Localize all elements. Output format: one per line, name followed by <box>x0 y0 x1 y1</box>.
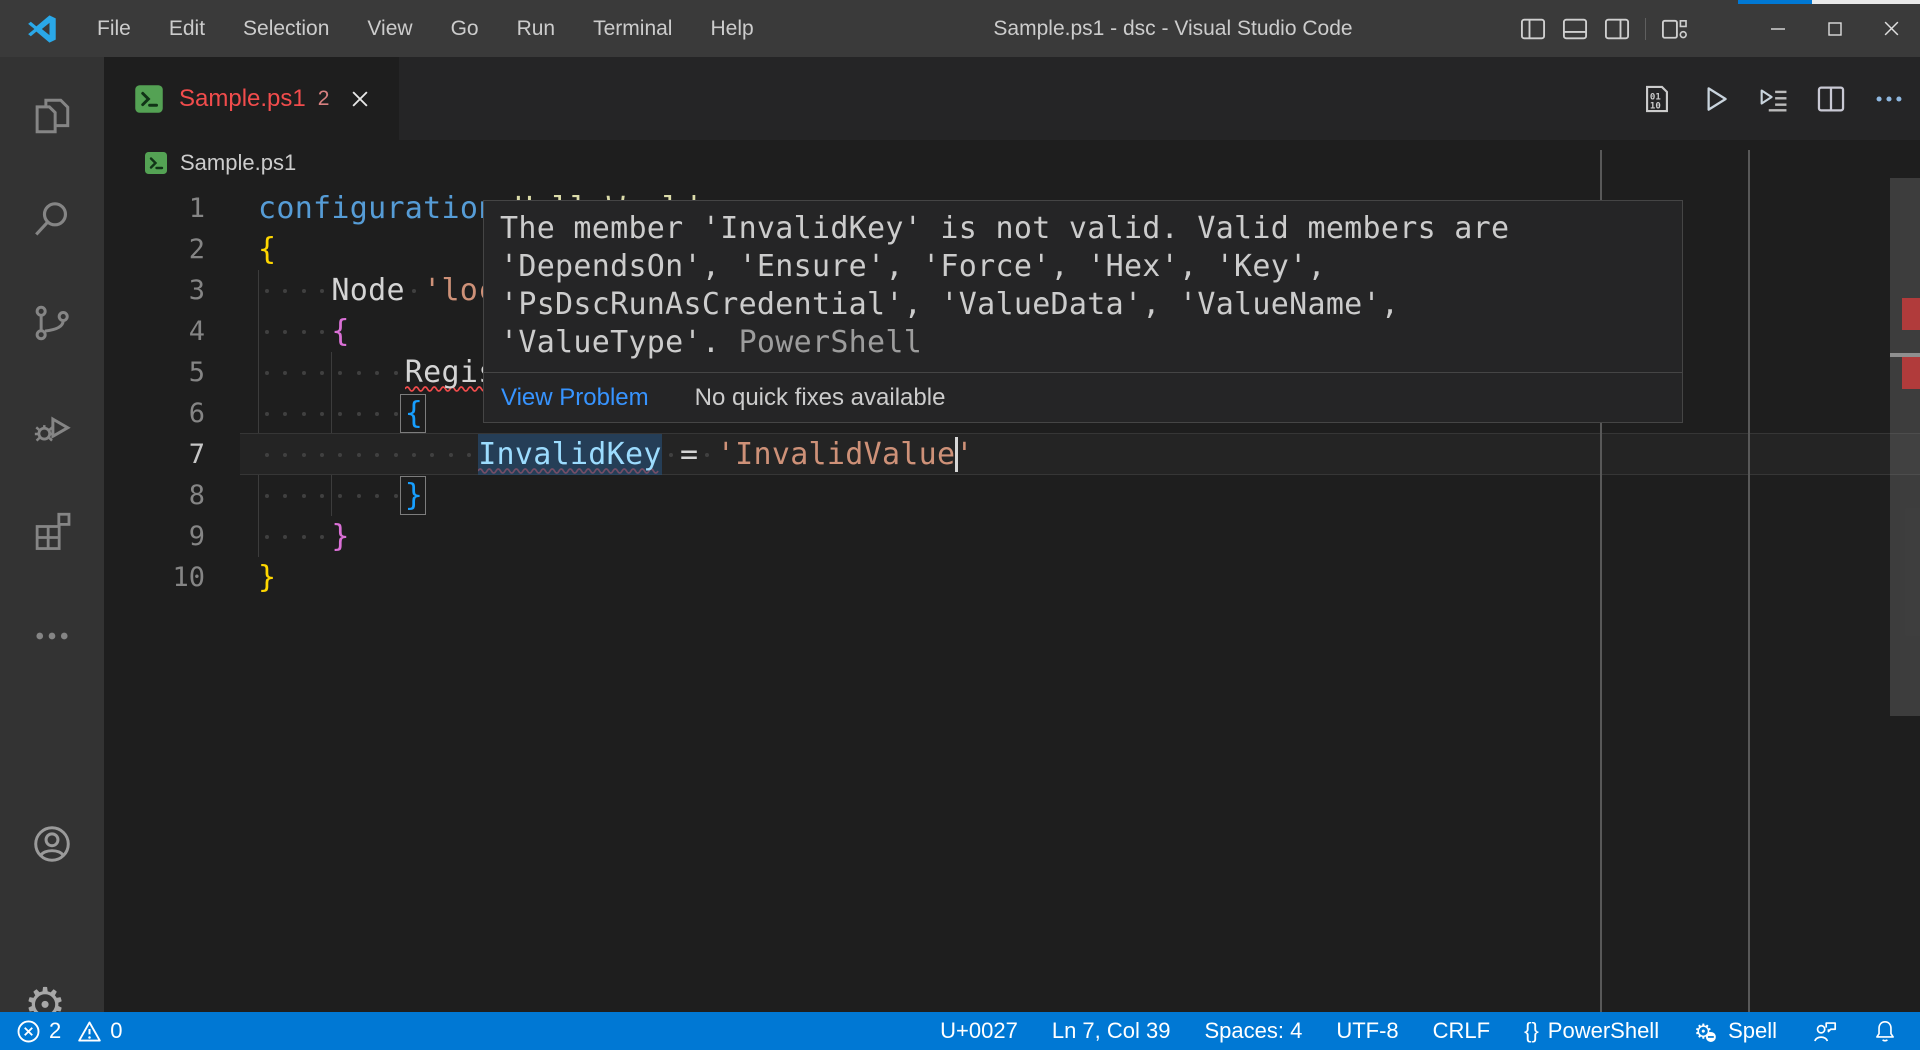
whitespace-dot <box>393 453 398 457</box>
whitespace-dot <box>411 453 416 457</box>
whitespace-dot <box>265 453 269 457</box>
whitespace-dot <box>301 289 306 293</box>
code-token: configuration <box>258 191 497 226</box>
overview-cursor-mark <box>1890 353 1920 357</box>
problems-indicator[interactable]: 2 0 <box>16 1018 123 1044</box>
whitespace-dot <box>265 494 269 498</box>
code-line[interactable] <box>104 434 1890 475</box>
line-number[interactable]: 7 <box>105 434 205 475</box>
editor-ruler <box>1748 150 1750 1012</box>
text-cursor <box>955 437 959 472</box>
file-encoding[interactable]: UTF-8 <box>1336 1018 1398 1044</box>
hover-message-line: 'ValueType'. PowerShell <box>500 325 923 360</box>
code-token: 'InvalidValue' <box>716 437 974 472</box>
error-count: 2 <box>49 1018 62 1043</box>
line-number[interactable]: 3 <box>105 270 205 311</box>
whitespace-dot <box>356 371 361 375</box>
whitespace-dot <box>301 412 306 416</box>
code-area[interactable]: 1configurationHelloWorld2{3Node'localhos… <box>0 0 1920 1050</box>
hover-message-line: 'PsDscRunAsCredential', 'ValueData', 'Va… <box>500 287 1400 322</box>
whitespace-dot <box>411 289 416 293</box>
warning-icon <box>78 1021 101 1041</box>
quick-fix-status: No quick fixes available <box>694 383 946 411</box>
whitespace-dot <box>301 371 306 375</box>
editor-scrollbar[interactable] <box>1890 170 1920 1012</box>
line-number[interactable]: 9 <box>105 516 205 557</box>
line-number[interactable]: 6 <box>105 393 205 434</box>
line-number[interactable]: 2 <box>105 229 205 270</box>
whitespace-dot <box>265 289 269 293</box>
hover-message-line: The member 'InvalidKey' is not valid. Va… <box>500 211 1510 246</box>
hover-message-line: 'DependsOn', 'Ensure', 'Force', 'Hex', '… <box>500 249 1326 284</box>
whitespace-dot <box>265 330 269 334</box>
whitespace-dot <box>301 330 306 334</box>
scrollbar-slider[interactable] <box>1890 178 1920 716</box>
indentation-setting[interactable]: Spaces: 4 <box>1204 1018 1302 1044</box>
code-token: } <box>258 560 277 595</box>
error-icon <box>17 1020 40 1042</box>
line-number[interactable]: 10 <box>105 557 205 598</box>
whitespace-dot <box>356 453 361 457</box>
whitespace-dot <box>356 494 361 498</box>
vscode-window: File Edit Selection View Go Run Terminal… <box>0 0 1920 1050</box>
whitespace-dot <box>448 453 453 457</box>
code-token: Node <box>331 273 405 308</box>
code-line[interactable] <box>104 557 1890 598</box>
code-line[interactable] <box>104 475 1890 516</box>
line-number[interactable]: 1 <box>105 188 205 229</box>
feedback-icon[interactable] <box>1811 1018 1838 1045</box>
code-token: } <box>404 478 424 513</box>
warning-count: 0 <box>110 1018 123 1043</box>
code-line[interactable] <box>104 516 1890 557</box>
hover-message: The member 'InvalidKey' is not valid. Va… <box>484 201 1682 372</box>
braces-icon: {} <box>1524 1018 1539 1043</box>
spell-checker-status[interactable]: ⚙ Spell <box>1693 1018 1777 1044</box>
code-token: InvalidKey <box>478 434 662 475</box>
notifications-bell-icon[interactable] <box>1872 1018 1898 1044</box>
whitespace-dot <box>301 453 306 457</box>
cursor-position[interactable]: Ln 7, Col 39 <box>1052 1018 1171 1044</box>
code-token: { <box>404 396 424 431</box>
whitespace-dot <box>265 535 269 539</box>
whitespace-dot <box>393 494 398 498</box>
whitespace-dot <box>466 453 471 457</box>
whitespace-dot <box>668 453 673 457</box>
overview-error-mark <box>1902 357 1920 389</box>
whitespace-dot <box>265 371 269 375</box>
status-bar: 2 0 U+0027 Ln 7, Col 39 Spaces: 4 UTF-8 … <box>0 1012 1920 1050</box>
whitespace-dot <box>356 412 361 416</box>
whitespace-dot <box>301 535 306 539</box>
whitespace-dot <box>265 412 269 416</box>
line-number[interactable]: 5 <box>105 352 205 393</box>
spell-gear-icon: ⚙ <box>1694 1020 1716 1044</box>
line-number[interactable]: 4 <box>105 311 205 352</box>
overview-error-mark <box>1902 298 1920 330</box>
hover-footer: View Problem No quick fixes available <box>484 372 1682 422</box>
code-token: } <box>331 519 350 554</box>
view-problem-link[interactable]: View Problem <box>501 384 649 412</box>
whitespace-dot <box>301 494 306 498</box>
unicode-codepoint[interactable]: U+0027 <box>940 1018 1018 1044</box>
whitespace-dot <box>393 412 398 416</box>
code-token: = <box>680 437 699 472</box>
hover-source-label: PowerShell <box>738 325 923 360</box>
line-number[interactable]: 8 <box>105 475 205 516</box>
error-hover-tooltip: The member 'InvalidKey' is not valid. Va… <box>483 200 1683 423</box>
code-token: { <box>331 314 350 349</box>
whitespace-dot <box>393 371 398 375</box>
language-mode[interactable]: {} PowerShell <box>1524 1018 1659 1044</box>
code-token: { <box>258 232 277 267</box>
eol-setting[interactable]: CRLF <box>1433 1018 1490 1044</box>
